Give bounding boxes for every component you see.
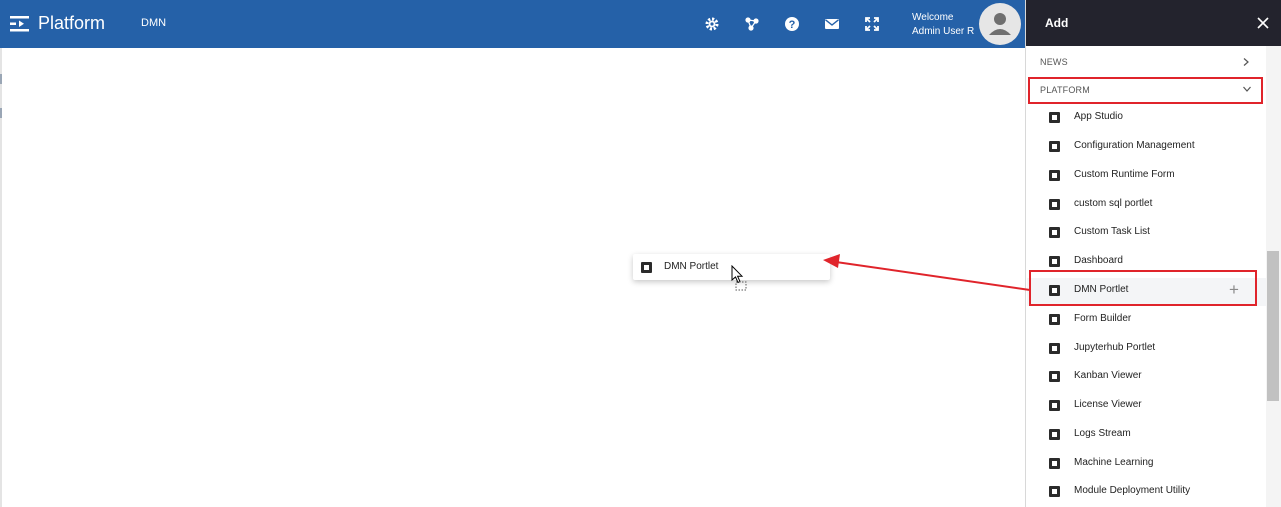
list-item-label: Configuration Management — [1074, 140, 1195, 151]
network-icon[interactable] — [743, 15, 761, 33]
list-item-label: Custom Runtime Form — [1074, 169, 1175, 180]
list-item-label: Module Deployment Utility — [1074, 485, 1191, 496]
hamburger-icon[interactable] — [10, 16, 30, 32]
list-item[interactable]: License Viewer — [1027, 393, 1266, 421]
portlet-icon — [1049, 343, 1060, 354]
user-avatar-icon[interactable] — [979, 3, 1021, 45]
section-news-label: NEWS — [1040, 57, 1068, 67]
add-panel-title: Add — [1045, 16, 1069, 30]
help-icon[interactable]: ? — [783, 15, 801, 33]
svg-text:?: ? — [789, 19, 796, 31]
portlet-icon — [1049, 458, 1060, 469]
portlet-icon — [1049, 256, 1060, 267]
list-item-label: Kanban Viewer — [1074, 370, 1142, 381]
list-item[interactable]: Configuration Management — [1027, 134, 1266, 162]
list-item-label: Form Builder — [1074, 313, 1132, 324]
top-header: Platform DMN ? Welcome Admin User R — [0, 0, 1025, 48]
close-icon[interactable] — [1255, 15, 1271, 31]
app-root: Platform DMN ? Welcome Admin User R DMN … — [0, 0, 1281, 507]
list-item[interactable]: Jupyterhub Portlet — [1027, 336, 1266, 364]
list-item-label: Logs Stream — [1074, 428, 1131, 439]
portlet-icon — [1049, 371, 1060, 382]
settings-icon[interactable] — [703, 15, 721, 33]
list-item[interactable]: Machine Learning — [1027, 451, 1266, 479]
portlet-icon — [1049, 429, 1060, 440]
page-edge-marker — [0, 74, 2, 84]
chevron-right-icon — [1243, 58, 1249, 66]
list-item[interactable]: custom sql portlet — [1027, 192, 1266, 220]
list-item-label: Custom Task List — [1074, 226, 1150, 237]
welcome-text: Welcome Admin User R — [912, 11, 974, 39]
portlet-icon — [1049, 486, 1060, 497]
portlet-icon — [1049, 112, 1060, 123]
brand-title[interactable]: Platform — [38, 13, 105, 34]
portlet-icon — [1049, 141, 1060, 152]
welcome-username: Admin User R — [912, 26, 975, 37]
list-item-label: Dashboard — [1074, 255, 1123, 266]
list-item[interactable]: Logs Stream — [1027, 422, 1266, 450]
portlet-icon — [1049, 400, 1060, 411]
list-item[interactable]: Custom Runtime Form — [1027, 163, 1266, 191]
page-edge-marker — [0, 108, 2, 118]
list-item[interactable]: Kanban Viewer — [1027, 364, 1266, 392]
list-item[interactable]: Module Deployment Utility — [1027, 479, 1266, 507]
list-item-label: License Viewer — [1074, 399, 1142, 410]
mail-icon[interactable] — [823, 15, 841, 33]
fullscreen-icon[interactable] — [863, 15, 881, 33]
welcome-greeting: Welcome — [912, 12, 954, 23]
list-item-label: Machine Learning — [1074, 457, 1154, 468]
list-item-label: Jupyterhub Portlet — [1074, 342, 1156, 353]
add-panel-header: Add — [1026, 0, 1281, 46]
list-item[interactable]: Custom Task List — [1027, 220, 1266, 248]
annotation-box-platform — [1028, 77, 1263, 104]
portlet-icon — [1049, 227, 1060, 238]
list-item[interactable]: App Studio — [1027, 105, 1266, 133]
add-panel: Add NEWS PLATFORM App Studio Configurati… — [1025, 0, 1281, 507]
list-item[interactable]: Form Builder — [1027, 307, 1266, 335]
dragged-portlet-label: DMN Portlet — [664, 261, 719, 272]
breadcrumb[interactable]: DMN — [141, 17, 166, 29]
portlet-icon — [1049, 314, 1060, 325]
list-item-label: App Studio — [1074, 111, 1123, 122]
portlet-icon — [641, 262, 652, 273]
list-item-label: custom sql portlet — [1074, 198, 1153, 209]
annotation-box-dmn-portlet — [1029, 270, 1257, 306]
panel-scrollbar-thumb[interactable] — [1267, 251, 1279, 401]
drag-cursor-icon — [731, 265, 747, 291]
portlet-icon — [1049, 199, 1060, 210]
portlet-icon — [1049, 170, 1060, 181]
